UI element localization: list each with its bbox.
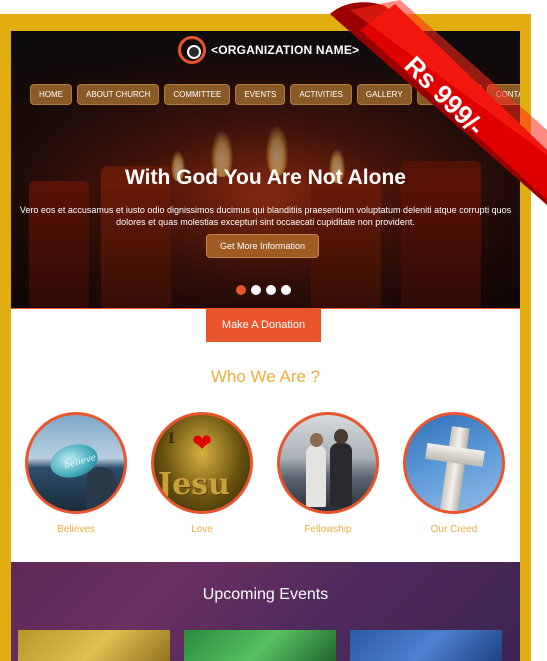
hero-slider: <ORGANIZATION NAME> HOME ABOUT CHURCH CO… bbox=[11, 31, 520, 308]
organization-name: <ORGANIZATION NAME> bbox=[211, 43, 360, 57]
event-card[interactable] bbox=[350, 630, 502, 661]
slider-dot[interactable] bbox=[281, 285, 291, 295]
cross-sky-image bbox=[403, 412, 505, 514]
slider-dot[interactable] bbox=[266, 285, 276, 295]
hero-description: Vero eos et accusamus et iusto odio dign… bbox=[19, 205, 512, 227]
event-card[interactable] bbox=[184, 630, 336, 661]
who-we-are-title: Who We Are ? bbox=[210, 367, 321, 386]
get-more-information-button[interactable]: Get More Information bbox=[206, 234, 319, 258]
heart-icon: ❤ bbox=[192, 430, 213, 457]
nav-item-committee[interactable]: COMMITTEE bbox=[164, 84, 231, 105]
candle-decoration bbox=[29, 181, 89, 308]
nav-item-contact[interactable]: CONTACT bbox=[486, 84, 520, 105]
make-a-donation-button[interactable]: Make A Donation bbox=[206, 309, 321, 342]
logo-c-icon bbox=[178, 36, 206, 64]
nav-item-activities[interactable]: ACTIVITIES bbox=[290, 84, 352, 105]
couple-walking-image bbox=[277, 412, 379, 514]
slider-dot[interactable] bbox=[251, 285, 261, 295]
who-we-are-item-fellowship[interactable]: Fellowship bbox=[277, 412, 379, 535]
nav-item-about-church[interactable]: ABOUT CHURCH bbox=[77, 84, 160, 105]
event-card[interactable] bbox=[18, 630, 170, 661]
candle-decoration bbox=[311, 171, 381, 308]
who-we-are-label: Love bbox=[191, 524, 213, 535]
who-we-are-label: Our Creed bbox=[430, 524, 478, 535]
site-logo[interactable]: <ORGANIZATION NAME> bbox=[178, 35, 359, 65]
website-preview: <ORGANIZATION NAME> HOME ABOUT CHURCH CO… bbox=[11, 31, 520, 661]
jesus-heart-image: I ❤ Jesu bbox=[151, 412, 253, 514]
nav-item-gallery[interactable]: GALLERY bbox=[356, 84, 412, 105]
upcoming-events-title: Upcoming Events bbox=[202, 586, 329, 603]
who-we-are-label: Fellowship bbox=[304, 524, 352, 535]
who-we-are-item-believes[interactable]: believe Believes bbox=[25, 412, 127, 535]
upcoming-events-section: Upcoming Events bbox=[11, 562, 520, 661]
who-we-are-label: Believes bbox=[57, 524, 95, 535]
believe-stone-image: believe bbox=[25, 412, 127, 514]
slider-pagination bbox=[236, 285, 291, 295]
who-we-are-item-love[interactable]: I ❤ Jesu Love bbox=[151, 412, 253, 535]
nav-item-events[interactable]: EVENTS bbox=[235, 84, 286, 105]
hero-title: With God You Are Not Alone bbox=[125, 166, 406, 189]
slider-dot[interactable] bbox=[236, 285, 246, 295]
who-we-are-item-our-creed[interactable]: Our Creed bbox=[403, 412, 505, 535]
nav-item-home[interactable]: HOME bbox=[30, 84, 72, 105]
